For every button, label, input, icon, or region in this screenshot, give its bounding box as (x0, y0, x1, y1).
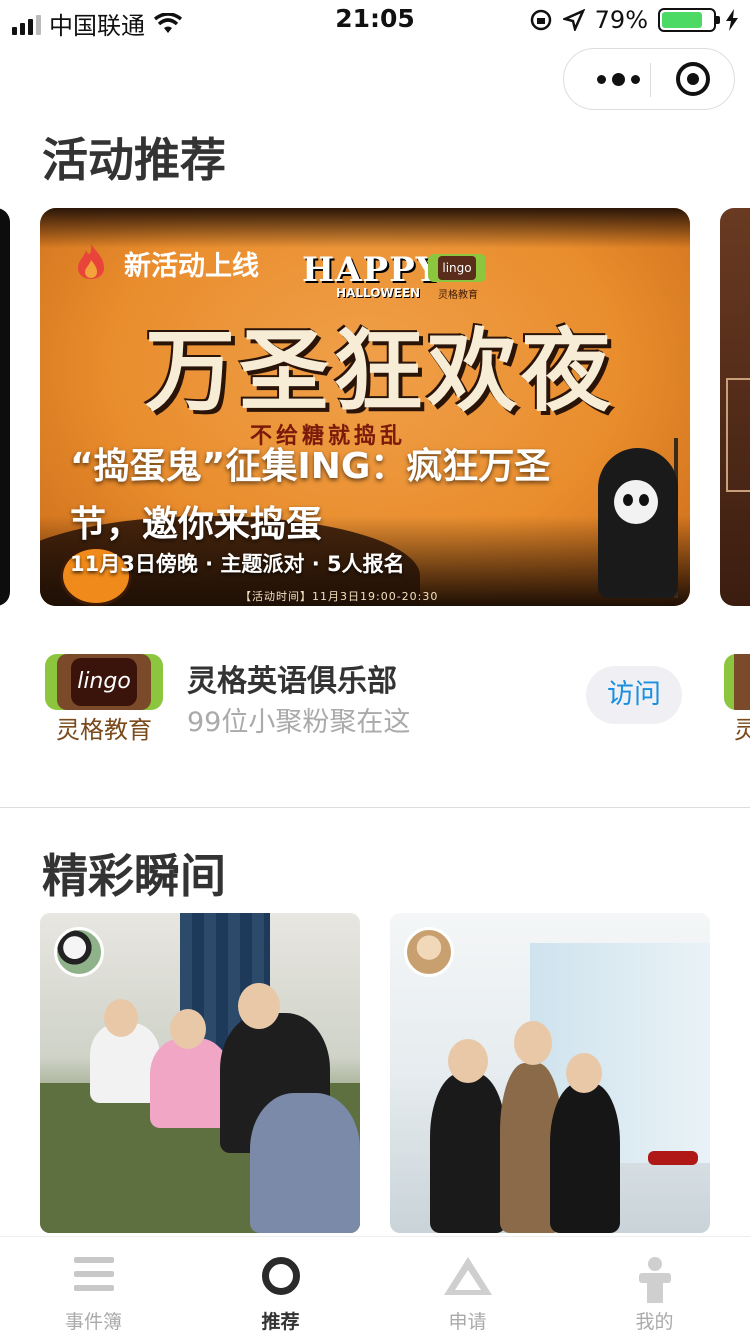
tab-bar: 事件簿 推荐 申请 我的 (0, 1236, 750, 1335)
status-right: 79% (529, 6, 738, 34)
capsule-divider (650, 63, 651, 97)
rotation-lock-icon (530, 9, 551, 31)
miniprogram-capsule (563, 48, 735, 110)
moment-photo-1[interactable] (40, 913, 360, 1233)
more-dots-icon[interactable] (588, 65, 648, 93)
moments-title: 精彩瞬间 (42, 849, 226, 903)
activities-title: 活动推荐 (42, 133, 226, 187)
close-target-icon[interactable] (676, 62, 710, 96)
photo-stool (648, 1151, 698, 1165)
tab-mine-label: 我的 (635, 1311, 674, 1333)
section-divider (0, 807, 750, 808)
battery-icon (658, 8, 720, 32)
visit-button[interactable]: 访问 (586, 666, 682, 724)
status-bar: 中国联通 21:05 79% (0, 0, 750, 40)
activity-meta: 11月3日傍晚 · 主题派对 · 5人报名 (70, 552, 405, 576)
photo-person-head (448, 1039, 488, 1083)
photo-person-head (514, 1021, 552, 1065)
photo-person-head (238, 983, 280, 1029)
charging-icon (726, 9, 738, 31)
club-name[interactable]: 灵格英语俱乐部 (187, 656, 397, 700)
moment-photo-2[interactable] (390, 913, 710, 1233)
photo-person (430, 1073, 506, 1233)
activity-title: “捣蛋鬼”征集ING：疯狂万圣节，邀你来捣蛋 (70, 446, 551, 545)
fire-icon (78, 244, 104, 279)
photo-person-head (170, 1009, 206, 1049)
tab-apply-label: 申请 (448, 1311, 487, 1333)
photo-person (150, 1038, 230, 1128)
new-activity-badge: 新活动上线 (124, 251, 259, 282)
next-club-caption: 灵 (734, 716, 750, 744)
featured-activity-card[interactable]: 新活动上线 HAPPY HALLOWEEN lingo 灵格教育 万圣狂欢夜 不… (40, 208, 690, 606)
tab-events-label: 事件簿 (64, 1311, 122, 1333)
club-logo-caption: 灵格教育 (56, 716, 152, 744)
tab-mine[interactable]: 我的 (561, 1237, 748, 1335)
photo-person-head (104, 999, 138, 1037)
poster-title: 万圣狂欢夜 (145, 318, 615, 424)
tab-recommend[interactable]: 推荐 (187, 1237, 374, 1335)
carousel-prev-card[interactable] (0, 208, 10, 606)
poster-bat-strip (40, 208, 690, 248)
next-club-logo[interactable] (724, 654, 750, 710)
tab-apply[interactable]: 申请 (374, 1237, 561, 1335)
circle-icon (261, 1257, 300, 1295)
triangle-icon (443, 1257, 492, 1295)
club-logo[interactable]: lingo (45, 654, 163, 710)
person-icon (635, 1257, 675, 1303)
club-subtitle: 99位小聚粉聚在这 (187, 707, 411, 738)
panda-avatar[interactable] (54, 927, 104, 977)
list-icon (73, 1257, 114, 1291)
photo-person (250, 1093, 360, 1233)
girl-avatar[interactable] (404, 927, 454, 977)
poster-happy-text: HAPPY (302, 250, 441, 290)
tab-recommend-label: 推荐 (261, 1311, 300, 1333)
location-icon (562, 9, 585, 31)
photo-person-head (566, 1053, 602, 1093)
tab-events[interactable]: 事件簿 (0, 1237, 187, 1335)
battery-percent: 79% (594, 6, 648, 34)
carousel-next-card[interactable] (720, 208, 750, 606)
photo-person (550, 1083, 620, 1233)
poster-time-text: 【活动时间】11月3日19:00-20:30 (240, 590, 439, 603)
poster-brand-logo: lingo (428, 254, 486, 282)
reaper-illustration (588, 438, 684, 598)
